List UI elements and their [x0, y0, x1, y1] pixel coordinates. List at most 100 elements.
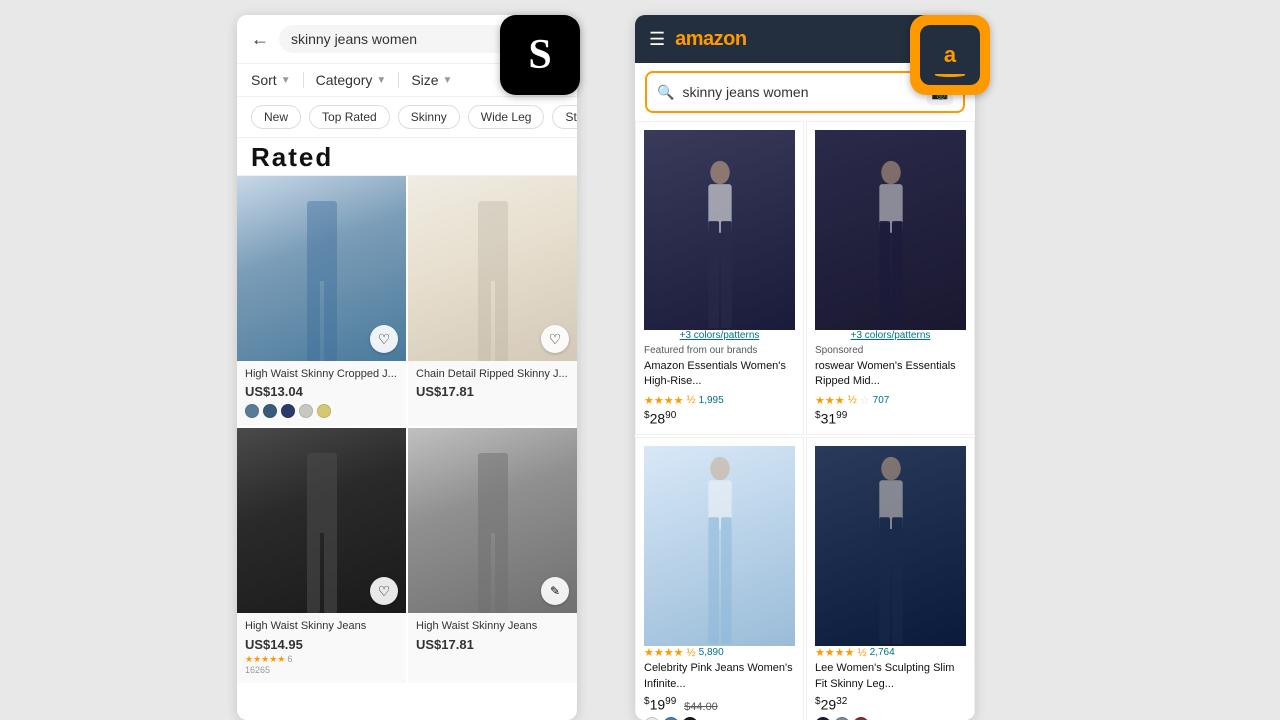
stars-4: ★★★★½ 2,764: [815, 646, 966, 659]
review-count-3: 16265: [245, 665, 398, 675]
size-arrow-icon: ▼: [443, 75, 453, 86]
stars-2: ★★★½☆ 707: [815, 394, 966, 407]
review-count-a1[interactable]: 1,995: [699, 395, 724, 406]
amazon-figure-2: [853, 155, 928, 330]
tag-new[interactable]: New: [251, 105, 301, 129]
product-image-3: ♡: [237, 428, 406, 613]
color-link-2[interactable]: +3 colors/patterns: [815, 330, 966, 341]
product-figure-1: [277, 201, 367, 361]
product-price-a1: $2890: [644, 410, 795, 427]
swatch[interactable]: [263, 404, 277, 418]
product-image-4: ✎: [408, 428, 577, 613]
product-info-4: High Waist Skinny Jeans US$17.81: [408, 613, 577, 659]
shein-app-icon[interactable]: S: [500, 15, 580, 95]
review-count-a2[interactable]: 707: [873, 395, 890, 406]
shein-logo: S: [528, 31, 551, 79]
product-price-a2: $3199: [815, 410, 966, 427]
amazon-panel: ☰ amazon ⚬ 🔍 skinny jeans women 📷 +3 col…: [635, 15, 975, 720]
shein-tags-bar: New Top Rated Skinny Wide Leg Straight: [237, 97, 577, 138]
amazon-logo: amazon: [675, 28, 746, 51]
shein-panel: ← skinny jeans women ✕ Sort ▼ Category ▼…: [237, 15, 577, 720]
product-name-1: High Waist Skinny Cropped J...: [245, 367, 398, 381]
product-figure-4: [448, 453, 538, 613]
badge-1: Featured from our brands: [644, 345, 795, 356]
product-price-2: US$17.81: [416, 384, 569, 399]
amazon-figure-1: [682, 155, 757, 330]
wishlist-button-3[interactable]: ♡: [370, 577, 398, 605]
product-figure-3: [277, 453, 367, 613]
stars-3: ★★★★½ 5,890: [644, 646, 795, 659]
list-item[interactable]: ★★★★½ 2,764 Lee Women's Sculpting Slim F…: [806, 437, 975, 720]
tag-wide-leg[interactable]: Wide Leg: [468, 105, 545, 129]
product-actions-1: ♡: [370, 325, 398, 353]
product-price-a4: $2932: [815, 696, 966, 713]
product-name-4: High Waist Skinny Jeans: [416, 619, 569, 633]
swatch[interactable]: [245, 404, 259, 418]
stars-1: ★★★★½ 1,995: [644, 394, 795, 407]
back-button[interactable]: ←: [251, 29, 269, 50]
product-price-4: US$17.81: [416, 637, 569, 652]
size-filter-button[interactable]: Size ▼: [411, 72, 452, 88]
list-item[interactable]: ✎ High Waist Skinny Jeans US$17.81: [408, 428, 577, 682]
product-actions-2: ♡: [541, 325, 569, 353]
search-icon: 🔍: [657, 84, 674, 101]
sort-label: Sort: [251, 72, 277, 88]
rated-badge-text: Rated: [251, 142, 333, 172]
category-arrow-icon: ▼: [376, 75, 386, 86]
edit-button-4[interactable]: ✎: [541, 577, 569, 605]
sort-filter-button[interactable]: Sort ▼: [251, 72, 291, 88]
product-image-1: ♡: [237, 176, 406, 361]
product-price-a3: $1999 $44.00: [644, 696, 795, 713]
amazon-product-image-4: [815, 446, 966, 646]
category-filter-button[interactable]: Category ▼: [316, 72, 387, 88]
swatch[interactable]: [317, 404, 331, 418]
product-info-3: High Waist Skinny Jeans US$14.95 ★★★★★ 6…: [237, 613, 406, 682]
product-info-2: Chain Detail Ripped Skinny J... US$17.81: [408, 361, 577, 407]
list-item[interactable]: ♡ High Waist Skinny Jeans US$14.95 ★★★★★…: [237, 428, 406, 682]
amazon-smile-arrow: [935, 73, 965, 77]
product-name-a4: Lee Women's Sculpting Slim Fit Skinny Le…: [815, 661, 966, 692]
color-link-1[interactable]: +3 colors/patterns: [644, 330, 795, 341]
amazon-figure-4: [851, 451, 931, 646]
rated-section: Rated: [237, 138, 577, 176]
tag-straight[interactable]: Straight: [552, 105, 577, 129]
category-label: Category: [316, 72, 373, 88]
size-label: Size: [411, 72, 438, 88]
product-name-2: Chain Detail Ripped Skinny J...: [416, 367, 569, 381]
wishlist-button-2[interactable]: ♡: [541, 325, 569, 353]
amazon-products-grid: +3 colors/patterns Featured from our bra…: [635, 121, 975, 720]
amazon-logo-inner: a: [920, 25, 980, 85]
amazon-product-image-3: [644, 446, 795, 646]
product-swatches-1: [245, 404, 398, 418]
product-image-2: ♡: [408, 176, 577, 361]
review-count-a3[interactable]: 5,890: [699, 647, 724, 658]
sort-arrow-icon: ▼: [281, 75, 291, 86]
product-figure-2: [448, 201, 538, 361]
amazon-product-image-1: [644, 130, 795, 330]
list-item[interactable]: ♡ Chain Detail Ripped Skinny J... US$17.…: [408, 176, 577, 426]
amazon-product-image-2: [815, 130, 966, 330]
product-info-1: High Waist Skinny Cropped J... US$13.04: [237, 361, 406, 426]
badge-2: Sponsored: [815, 345, 966, 356]
list-item[interactable]: +3 colors/patterns Featured from our bra…: [635, 121, 804, 435]
list-item[interactable]: +3 colors/patterns Sponsored roswear Wom…: [806, 121, 975, 435]
original-price-a3: $44.00: [684, 701, 718, 713]
product-actions-3: ♡: [370, 577, 398, 605]
review-count-a4[interactable]: 2,764: [870, 647, 895, 658]
review-line-3: 6: [287, 654, 292, 664]
wishlist-button-1[interactable]: ♡: [370, 325, 398, 353]
amazon-app-icon[interactable]: a: [910, 15, 990, 95]
product-name-a2: roswear Women's Essentials Ripped Mid...: [815, 359, 966, 390]
list-item[interactable]: ♡ High Waist Skinny Cropped J... US$13.0…: [237, 176, 406, 426]
hamburger-menu-button[interactable]: ☰: [649, 29, 665, 50]
swatch[interactable]: [299, 404, 313, 418]
product-name-a1: Amazon Essentials Women's High-Rise...: [644, 359, 795, 390]
tag-top-rated[interactable]: Top Rated: [309, 105, 390, 129]
list-item[interactable]: ★★★★½ 5,890 Celebrity Pink Jeans Women's…: [635, 437, 804, 720]
amazon-logo-a: a: [944, 42, 956, 68]
product-price-1: US$13.04: [245, 384, 398, 399]
tag-skinny[interactable]: Skinny: [398, 105, 460, 129]
amazon-figure-3: [680, 451, 760, 646]
swatch[interactable]: [281, 404, 295, 418]
product-price-3: US$14.95: [245, 637, 398, 652]
